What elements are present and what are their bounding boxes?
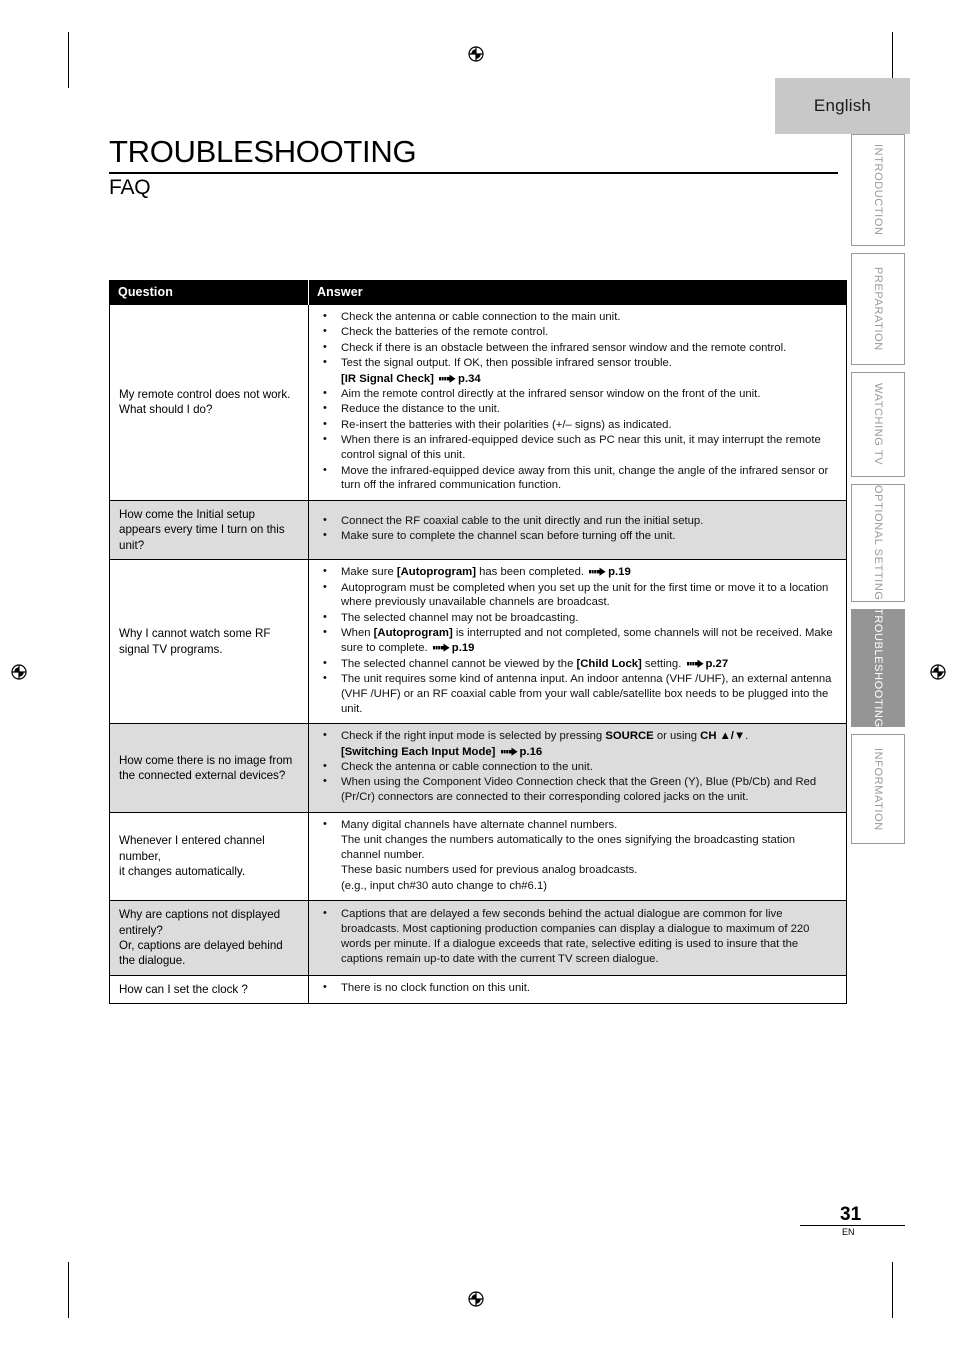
faq-answer-list: There is no clock function on this unit.: [317, 980, 837, 996]
faq-table: Question Answer My remote control does n…: [109, 280, 847, 1005]
section-tab-label: INTRODUCTION: [872, 144, 884, 236]
section-tab-label: OPTIONAL SETTING: [872, 485, 884, 601]
registration-mark-left: [8, 661, 30, 683]
faq-answer-item: Test the signal output. If OK, then poss…: [317, 355, 837, 371]
faq-answer-item: When there is an infrared-equipped devic…: [317, 432, 837, 463]
page-reference-arrow-icon: [432, 643, 450, 652]
page-subtitle: FAQ: [109, 175, 151, 199]
language-badge: English: [775, 78, 910, 134]
faq-answer-item: [Switching Each Input Mode] p.16: [341, 745, 543, 758]
faq-answer-list: Connect the RF coaxial cable to the unit…: [317, 513, 837, 544]
faq-question-cell: How come the Initial setup appears every…: [109, 499, 309, 560]
page-header: TROUBLESHOOTING FAQ: [109, 134, 838, 200]
faq-answer-item: There is no clock function on this unit.: [317, 980, 837, 996]
faq-answer-item: Connect the RF coaxial cable to the unit…: [317, 513, 837, 529]
faq-answer-item: Move the infrared-equipped device away f…: [317, 463, 837, 494]
faq-question-cell: Whenever I entered channel number, it cha…: [109, 811, 309, 901]
page-footer: 31 EN: [800, 1205, 905, 1237]
page-reference-arrow-icon: [500, 747, 518, 756]
faq-answer-item: Autoprogram must be completed when you s…: [317, 580, 837, 611]
section-tab-introduction[interactable]: INTRODUCTION: [851, 134, 905, 246]
page-reference-arrow-icon: [686, 659, 704, 668]
faq-answer-item: The selected channel cannot be viewed by…: [317, 656, 837, 672]
section-tab-label: WATCHING TV: [872, 383, 884, 466]
page-language-code: EN: [842, 1227, 855, 1237]
registration-mark-top: [465, 43, 487, 65]
faq-answer-list: Make sure [Autoprogram] has been complet…: [317, 564, 837, 717]
page-title: TROUBLESHOOTING: [109, 134, 417, 169]
faq-answer-cell: Check if the right input mode is selecte…: [308, 723, 847, 813]
faq-answer-cell: Make sure [Autoprogram] has been complet…: [308, 559, 847, 724]
faq-question-cell: Why are captions not displayed entirely?…: [109, 900, 309, 976]
faq-question-cell: How can I set the clock ?: [109, 974, 309, 1004]
faq-answer-item: Check the antenna or cable connection to…: [317, 309, 837, 325]
faq-answer-list: Captions that are delayed a few seconds …: [317, 906, 837, 967]
registration-mark-bottom: [465, 1288, 487, 1310]
faq-question-cell: How come there is no image from the conn…: [109, 723, 309, 813]
section-tab-troubleshooting[interactable]: TROUBLESHOOTING: [851, 608, 905, 728]
faq-answer-item: Make sure [Autoprogram] has been complet…: [317, 564, 837, 580]
faq-answer-item: Make sure to complete the channel scan b…: [317, 528, 837, 544]
faq-answer-item: Many digital channels have alternate cha…: [317, 817, 837, 833]
section-tab-information[interactable]: INFORMATION: [851, 734, 905, 844]
footer-divider: [800, 1225, 905, 1226]
faq-answer-item: Reduce the distance to the unit.: [317, 401, 837, 417]
column-header-answer: Answer: [308, 280, 847, 305]
faq-answer-item: When using the Component Video Connectio…: [317, 774, 837, 805]
faq-question-cell: My remote control does not work. What sho…: [109, 304, 309, 501]
faq-answer-list: Check the antenna or cable connection to…: [317, 309, 837, 494]
faq-answer-item: Check the antenna or cable connection to…: [317, 759, 837, 775]
page-reference-arrow-icon: [439, 374, 456, 383]
faq-answer-item: The selected channel may not be broadcas…: [317, 610, 837, 626]
faq-answer-cell: There is no clock function on this unit.: [308, 974, 847, 1004]
table-row: My remote control does not work. What sho…: [109, 304, 847, 501]
table-row: How come the Initial setup appears every…: [109, 499, 847, 560]
faq-answer-item: Check if there is an obstacle between th…: [317, 340, 837, 356]
registration-mark-right: [927, 661, 949, 683]
section-tab-watching-tv[interactable]: WATCHING TV: [851, 372, 905, 477]
faq-answer-cell: Captions that are delayed a few seconds …: [308, 900, 847, 976]
faq-answer-list: Many digital channels have alternate cha…: [317, 817, 837, 894]
faq-answer-item: The unit changes the numbers automatical…: [341, 834, 796, 861]
section-tab-optional-setting[interactable]: OPTIONAL SETTING: [851, 484, 905, 602]
faq-answer-item: [IR Signal Check] p.34: [341, 372, 481, 385]
section-tab-label: INFORMATION: [872, 747, 884, 831]
table-row: Whenever I entered channel number, it cha…: [109, 811, 847, 901]
faq-answer-item: Check the batteries of the remote contro…: [317, 324, 837, 340]
faq-answer-item: Aim the remote control directly at the i…: [317, 386, 837, 402]
faq-answer-item: These basic numbers used for previous an…: [341, 864, 638, 877]
table-row: Why are captions not displayed entirely?…: [109, 900, 847, 976]
crop-mark-top-left: [68, 32, 69, 88]
faq-answer-cell: Check the antenna or cable connection to…: [308, 304, 847, 501]
column-header-question: Question: [109, 280, 309, 305]
faq-answer-item: Re-insert the batteries with their polar…: [317, 417, 837, 433]
faq-answer-item: The unit requires some kind of antenna i…: [317, 671, 837, 717]
table-row: How come there is no image from the conn…: [109, 723, 847, 813]
section-tab-label: PREPARATION: [872, 267, 884, 351]
section-tab-label: TROUBLESHOOTING: [872, 608, 884, 728]
faq-answer-cell: Connect the RF coaxial cable to the unit…: [308, 499, 847, 560]
crop-mark-bottom-left: [68, 1262, 69, 1318]
faq-answer-item: Check if the right input mode is selecte…: [317, 728, 837, 744]
faq-question-cell: Why I cannot watch some RF signal TV pro…: [109, 559, 309, 724]
title-divider: [109, 171, 838, 174]
faq-answer-item: Captions that are delayed a few seconds …: [317, 906, 837, 967]
crop-mark-bottom-right: [892, 1262, 893, 1318]
section-tab-preparation[interactable]: PREPARATION: [851, 253, 905, 365]
faq-answer-item: When [Autoprogram] is interrupted and no…: [317, 625, 837, 656]
faq-answer-item: (e.g., input ch#30 auto change to ch#6.1…: [341, 879, 548, 892]
faq-answer-list: Check if the right input mode is selecte…: [317, 728, 837, 805]
page-number: 31: [840, 1204, 862, 1225]
table-header-row: Question Answer: [109, 280, 847, 305]
page-reference-arrow-icon: [589, 567, 606, 576]
language-badge-label: English: [813, 96, 872, 115]
faq-answer-cell: Many digital channels have alternate cha…: [308, 811, 847, 901]
table-row: Why I cannot watch some RF signal TV pro…: [109, 559, 847, 724]
section-tab-rail: INTRODUCTION PREPARATION WATCHING TV OPTION…: [851, 134, 905, 851]
table-row: How can I set the clock ? There is no clo…: [109, 974, 847, 1004]
